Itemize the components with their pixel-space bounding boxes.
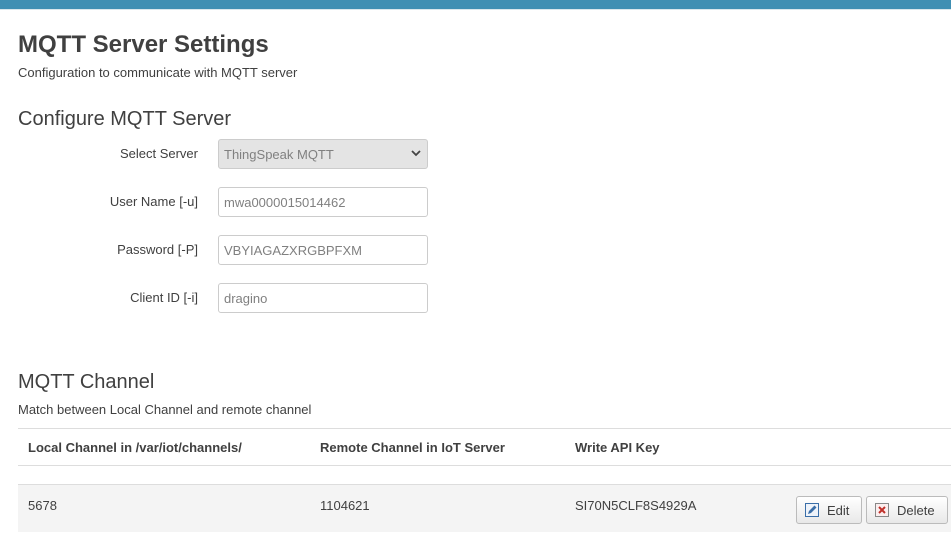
column-header-remote-channel: Remote Channel in IoT Server: [320, 440, 505, 455]
select-server-dropdown[interactable]: ThingSpeak MQTT: [218, 139, 428, 169]
password-field[interactable]: VBYIAGAZXRGBPFXM: [218, 235, 428, 265]
page-title: MQTT Server Settings: [18, 31, 269, 58]
cell-local-channel: 5678: [28, 498, 57, 513]
delete-button[interactable]: Delete: [866, 496, 948, 524]
password-value: VBYIAGAZXRGBPFXM: [224, 243, 362, 258]
password-label: Password [-P]: [117, 242, 198, 257]
select-server-label: Select Server: [119, 146, 198, 161]
page-description: Configuration to communicate with MQTT s…: [18, 65, 298, 80]
delete-button-label: Delete: [897, 502, 935, 518]
column-header-local-channel: Local Channel in /var/iot/channels/: [28, 440, 242, 455]
column-header-write-api-key: Write API Key: [575, 440, 660, 455]
username-field[interactable]: mwa0000015014462: [218, 187, 428, 217]
client-id-label: Client ID [-i]: [130, 290, 198, 305]
channel-table-header: Local Channel in /var/iot/channels/ Remo…: [18, 428, 951, 466]
username-label: User Name [-u]: [109, 194, 198, 209]
cell-write-api-key: SI70N5CLF8S4929A: [575, 498, 697, 513]
client-id-value: dragino: [224, 291, 268, 306]
cell-remote-channel: 1104621: [320, 498, 370, 513]
username-value: mwa0000015014462: [224, 195, 346, 210]
delete-x-icon: [875, 503, 889, 517]
client-id-field[interactable]: dragino: [218, 283, 428, 313]
chevron-down-icon: [411, 150, 421, 157]
table-row: 5678 1104621 SI70N5CLF8S4929A Edit Delet…: [18, 484, 951, 532]
edit-button-label: Edit: [827, 502, 850, 518]
configure-section-title: Configure MQTT Server: [18, 108, 232, 130]
edit-button[interactable]: Edit: [796, 496, 862, 524]
channel-description: Match between Local Channel and remote c…: [18, 402, 312, 417]
select-server-value: ThingSpeak MQTT: [224, 147, 334, 162]
pencil-icon: [805, 503, 819, 517]
top-header-bar: [0, 0, 951, 10]
channel-section-title: MQTT Channel: [18, 371, 155, 393]
